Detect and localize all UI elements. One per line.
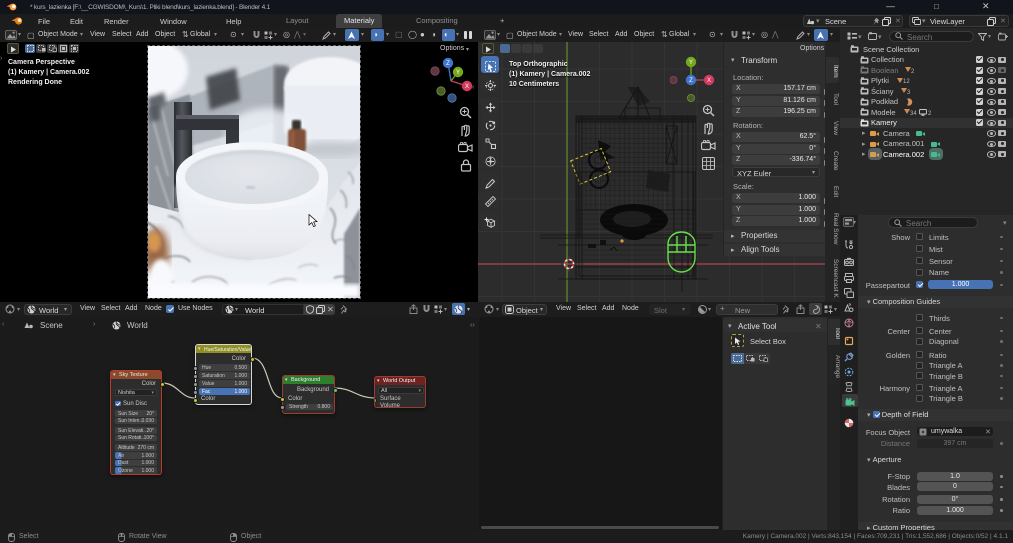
- svg-text:Y: Y: [456, 70, 460, 76]
- svg-text:Z: Z: [689, 78, 693, 84]
- svg-text:Y: Y: [689, 60, 693, 66]
- svg-text:Z: Z: [446, 61, 450, 67]
- svg-text:X: X: [465, 84, 469, 90]
- svg-text:X: X: [707, 78, 711, 84]
